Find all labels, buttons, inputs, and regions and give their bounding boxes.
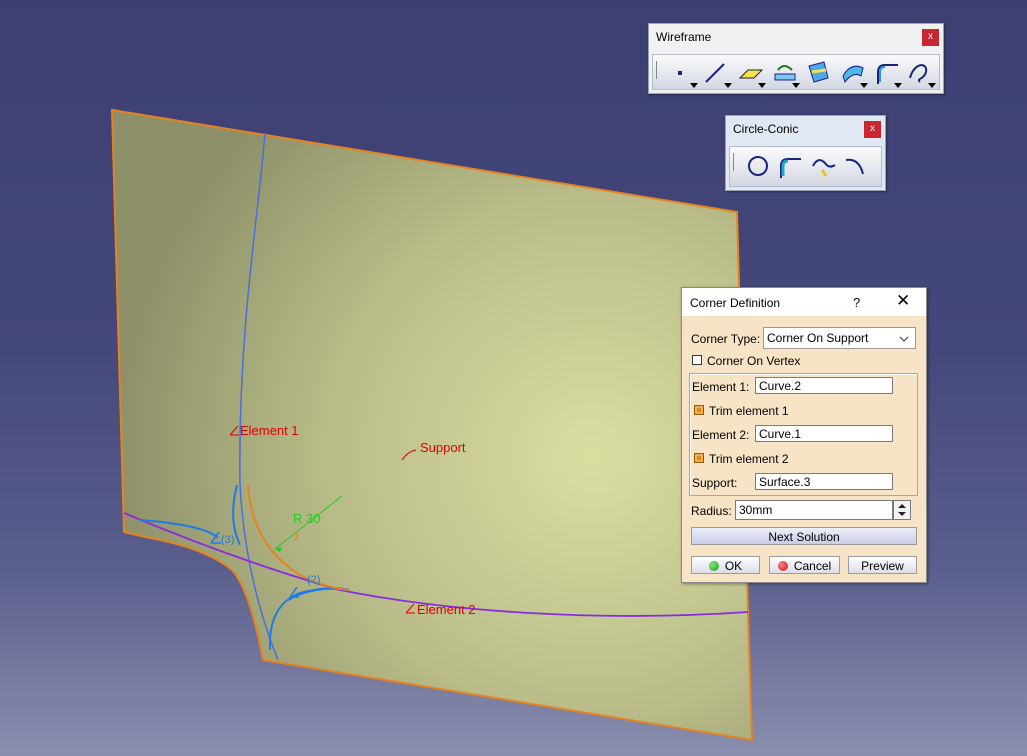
chevron-down-icon (899, 336, 909, 342)
toolbar-grip[interactable] (656, 61, 659, 79)
projection-button[interactable] (770, 58, 800, 88)
solution3-label[interactable]: (3) (221, 534, 234, 546)
spline-dropdown-arrow-icon[interactable] (928, 83, 936, 88)
support-label[interactable]: Support (420, 440, 466, 455)
connect-curve-icon (812, 159, 836, 177)
radius-label[interactable]: R 30 (293, 511, 320, 526)
offset-button[interactable] (838, 58, 868, 88)
wireframe-toolbar: Wireframe x (648, 23, 944, 94)
spline-button[interactable] (906, 58, 936, 88)
corner-on-vertex-checkbox[interactable] (692, 355, 702, 365)
help-icon[interactable]: ? (853, 295, 860, 310)
radius-label: Radius: (691, 504, 732, 518)
toolbar-grip[interactable] (733, 153, 736, 171)
trim-element2-label: Trim element 2 (709, 452, 789, 466)
element2-field[interactable]: Curve.1 (755, 425, 893, 442)
ok-status-icon (708, 561, 719, 571)
cancel-label: Cancel (793, 559, 832, 573)
spline-icon (909, 64, 928, 83)
offset-icon (842, 65, 864, 84)
element2-value: Curve.1 (759, 427, 802, 441)
wireframe-close-button[interactable]: x (922, 29, 939, 46)
support-field[interactable]: Surface.3 (755, 473, 893, 490)
trim-element1-checkbox[interactable] (694, 405, 704, 415)
plane-button[interactable] (736, 58, 766, 88)
intersection-button[interactable] (804, 58, 834, 86)
corner-icon (780, 158, 801, 178)
element1-label: Element 1: (692, 380, 750, 394)
corner-button[interactable] (775, 152, 805, 180)
corner-type-value: Corner On Support (767, 331, 869, 345)
circle-conic-toolbar-body (729, 146, 882, 187)
dialog-title: Corner Definition (690, 296, 781, 310)
spinner-arrows-icon[interactable] (894, 501, 910, 519)
point-dropdown-arrow-icon[interactable] (690, 83, 698, 88)
radius-value: 30mm (739, 503, 773, 517)
close-icon[interactable]: ✕ (896, 292, 910, 310)
circle-icon (748, 156, 768, 176)
radius-spinner[interactable] (893, 500, 911, 520)
support-label: Support: (692, 476, 738, 490)
circle-conic-close-button[interactable]: x (864, 121, 881, 138)
corner-on-vertex-label: Corner On Vertex (707, 354, 801, 368)
element2-label: Element 2: (692, 428, 750, 442)
solution2-label[interactable]: (2) (307, 574, 320, 586)
cancel-button[interactable]: Cancel (769, 556, 840, 574)
circle-conic-toolbar-title[interactable]: Circle-Conic (726, 116, 885, 142)
corner-icon (877, 64, 898, 84)
ok-label: OK (724, 559, 743, 573)
point-button[interactable] (668, 58, 698, 88)
corner-dropdown-arrow-icon[interactable] (894, 83, 902, 88)
intersection-icon (808, 61, 829, 83)
line-icon (705, 63, 725, 83)
plane-dropdown-arrow-icon[interactable] (758, 83, 766, 88)
preview-button[interactable]: Preview (848, 556, 917, 574)
support-value: Surface.3 (759, 475, 811, 489)
dialog-titlebar[interactable]: Corner Definition ? ✕ (682, 288, 926, 316)
trim-element2-checkbox[interactable] (694, 453, 704, 463)
line-button[interactable] (702, 58, 732, 88)
line-dropdown-arrow-icon[interactable] (724, 83, 732, 88)
cancel-status-icon (777, 561, 788, 571)
next-solution-button[interactable]: Next Solution (691, 527, 917, 545)
point-icon (678, 71, 682, 75)
wireframe-toolbar-body (652, 54, 940, 90)
corner-type-select[interactable]: Corner On Support (763, 327, 916, 349)
ok-button[interactable]: OK (691, 556, 760, 574)
circle-conic-toolbar: Circle-Conic x (725, 115, 886, 191)
plane-icon (738, 69, 764, 79)
offset-dropdown-arrow-icon[interactable] (860, 83, 868, 88)
wireframe-toolbar-title[interactable]: Wireframe (649, 24, 943, 50)
support-surface[interactable] (110, 108, 754, 742)
projection-dropdown-arrow-icon[interactable] (792, 83, 800, 88)
element1-value: Curve.2 (759, 379, 802, 393)
corner-definition-dialog: Corner Definition ? ✕ Corner Type: Corne… (681, 287, 927, 583)
conic-icon (845, 158, 864, 175)
solution1-label[interactable]: 1 (293, 531, 299, 543)
corner-button[interactable] (872, 58, 902, 88)
radius-field[interactable]: 30mm (735, 500, 893, 520)
projection-icon (774, 65, 796, 81)
trim-element1-label: Trim element 1 (709, 404, 789, 418)
corner-type-label: Corner Type: (691, 332, 761, 346)
element1-field[interactable]: Curve.2 (755, 377, 893, 394)
element2-label[interactable]: Element 2 (417, 602, 476, 617)
circle-button[interactable] (743, 152, 773, 180)
connect-curve-button[interactable] (808, 152, 838, 180)
conic-button[interactable] (841, 152, 871, 180)
element1-label[interactable]: Element 1 (240, 423, 299, 438)
